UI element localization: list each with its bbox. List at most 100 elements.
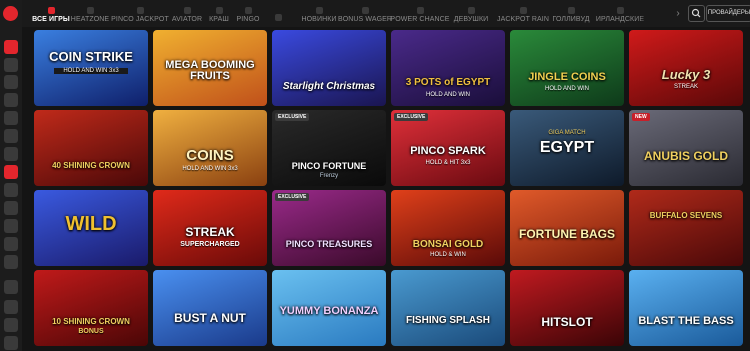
gift-icon xyxy=(361,7,369,14)
tab-all-games[interactable]: ВСЕ ИГРЫ xyxy=(32,0,70,27)
tab-crash[interactable]: КРАШ xyxy=(208,0,230,27)
tab-hollywood[interactable]: ГОЛЛИВУД xyxy=(552,0,589,27)
game-title: 3 POTS of EGYPT xyxy=(405,77,491,88)
tab-aviator[interactable]: AVIATOR xyxy=(172,0,202,27)
game-title: PINCO FORTUNE xyxy=(291,161,367,171)
game-subtitle: HOLD AND WIN 3x3 xyxy=(54,68,128,74)
tab-heatzone[interactable]: HEATZONE xyxy=(71,0,109,27)
game-card[interactable]: HITSLOT xyxy=(510,270,624,346)
new-badge: NEW xyxy=(632,113,650,121)
game-card[interactable]: COINS HOLD AND WIN 3x3 xyxy=(153,110,267,186)
game-title: COINS xyxy=(186,147,234,164)
target-icon[interactable] xyxy=(4,40,18,54)
game-subtitle: BONUS xyxy=(78,328,104,335)
tab-power-chance[interactable]: POWER CHANCE xyxy=(390,0,449,27)
tab-pingo[interactable]: PINGO xyxy=(236,0,260,27)
rocket-icon[interactable] xyxy=(4,93,18,107)
tv-icon[interactable] xyxy=(4,111,18,125)
game-card[interactable]: 40 SHINING CROWN xyxy=(34,110,148,186)
chevron-right-icon[interactable]: › xyxy=(672,5,684,22)
trophy-icon[interactable] xyxy=(4,129,18,143)
mail-icon[interactable] xyxy=(4,318,18,332)
game-card[interactable]: Lucky 3 STREAK xyxy=(629,30,743,106)
search-button[interactable] xyxy=(688,5,705,22)
game-card[interactable]: BONSAI GOLD HOLD & WIN xyxy=(391,190,505,266)
game-title: JINGLE COINS xyxy=(528,71,606,83)
game-card[interactable]: FISHING SPLASH xyxy=(391,270,505,346)
game-title: WILD xyxy=(65,213,117,235)
tab-girls[interactable]: ДЕВУШКИ xyxy=(454,0,488,27)
coin-icon[interactable] xyxy=(4,255,18,269)
game-card[interactable]: NEW ANUBIS GOLD xyxy=(629,110,743,186)
game-card[interactable]: YUMMY BONANZA xyxy=(272,270,386,346)
game-card[interactable]: Starlight Christmas xyxy=(272,30,386,106)
ticket-icon[interactable] xyxy=(4,219,18,233)
game-title: 10 SHINING CROWN xyxy=(52,317,130,326)
game-card[interactable]: EXCLUSIVE PINCO TREASURES xyxy=(272,190,386,266)
exclusive-badge: EXCLUSIVE xyxy=(275,113,310,121)
tab-bonus-wager[interactable]: BONUS WAGER xyxy=(338,0,392,27)
game-card[interactable]: FORTUNE BAGS xyxy=(510,190,624,266)
game-card[interactable]: COIN STRIKE HOLD AND WIN 3x3 xyxy=(34,30,148,106)
game-card[interactable]: 10 SHINING CROWN BONUS xyxy=(34,270,148,346)
sidebar xyxy=(0,0,22,351)
question-icon[interactable] xyxy=(4,280,18,294)
game-card[interactable]: BUST A NUT xyxy=(153,270,267,346)
game-card[interactable]: JINGLE COINS HOLD AND WIN xyxy=(510,30,624,106)
game-title: COIN STRIKE xyxy=(49,49,133,64)
game-title: 40 SHINING CROWN xyxy=(52,161,130,170)
game-subtitle: GIGA MATCH xyxy=(548,130,586,136)
search-icon xyxy=(691,8,701,18)
cards-icon[interactable] xyxy=(4,75,18,89)
game-title: Lucky 3 xyxy=(661,67,711,82)
game-card[interactable]: BUFFALO SEVENS xyxy=(629,190,743,266)
star-icon[interactable] xyxy=(4,237,18,251)
fire-icon[interactable] xyxy=(4,165,18,179)
settings-icon[interactable] xyxy=(4,201,18,215)
game-subtitle: STREAK xyxy=(673,84,698,90)
tab-star[interactable] xyxy=(268,0,288,27)
game-title: FISHING SPLASH xyxy=(406,315,490,326)
game-card[interactable]: BLAST THE BASS xyxy=(629,270,743,346)
game-card[interactable]: GIGA MATCH EGYPT xyxy=(510,110,624,186)
tab-new[interactable]: НОВИНКИ xyxy=(301,0,336,27)
game-title: BLAST THE BASS xyxy=(638,315,734,327)
user-icon[interactable] xyxy=(4,58,18,72)
game-card[interactable]: EXCLUSIVE PINCO SPARK HOLD & HIT 3x3 xyxy=(391,110,505,186)
game-title: BUFFALO SEVENS xyxy=(649,211,723,220)
gift-icon[interactable] xyxy=(4,147,18,161)
new-icon xyxy=(315,7,323,14)
star-icon xyxy=(274,14,282,21)
game-title: PINCO SPARK xyxy=(410,145,486,157)
ball-icon xyxy=(244,7,252,14)
game-card[interactable]: MEGA BOOMING FRUITS xyxy=(153,30,267,106)
game-title: YUMMY BONANZA xyxy=(279,305,379,317)
rocket-icon xyxy=(215,7,223,14)
film-icon xyxy=(567,7,575,14)
tab-pinco-jackpot[interactable]: PINCO JACKPOT xyxy=(111,0,169,27)
game-title: STREAK xyxy=(185,225,235,239)
category-nav: ВСЕ ИГРЫ HEATZONE PINCO JACKPOT AVIATOR … xyxy=(22,0,750,27)
tabs-fade xyxy=(636,0,676,27)
bag-icon[interactable] xyxy=(4,183,18,197)
game-title: Starlight Christmas xyxy=(282,81,376,92)
girl-icon xyxy=(467,7,475,14)
game-title: ANUBIS GOLD xyxy=(644,149,728,163)
game-title: FORTUNE BAGS xyxy=(519,227,615,241)
exclusive-badge: EXCLUSIVE xyxy=(275,193,310,201)
game-subtitle: Frenzy xyxy=(319,173,339,179)
logo-icon[interactable] xyxy=(3,6,18,21)
chat-icon[interactable] xyxy=(4,300,18,314)
game-title: EGYPT xyxy=(539,139,595,156)
game-card[interactable]: EXCLUSIVE PINCO FORTUNE Frenzy xyxy=(272,110,386,186)
rain-icon xyxy=(519,7,527,14)
tab-jackpot-rain[interactable]: JACKPOT RAIN xyxy=(497,0,549,27)
providers-button[interactable]: ПРОВАЙДЕРЫ xyxy=(706,5,750,22)
jackpot-icon xyxy=(136,7,144,14)
game-card[interactable]: STREAK SUPERCHARGED xyxy=(153,190,267,266)
game-title: BUST A NUT xyxy=(174,311,246,325)
phone-icon[interactable] xyxy=(4,336,18,350)
fire-icon xyxy=(86,7,94,14)
game-card[interactable]: WILD xyxy=(34,190,148,266)
game-card[interactable]: 3 POTS of EGYPT HOLD AND WIN xyxy=(391,30,505,106)
